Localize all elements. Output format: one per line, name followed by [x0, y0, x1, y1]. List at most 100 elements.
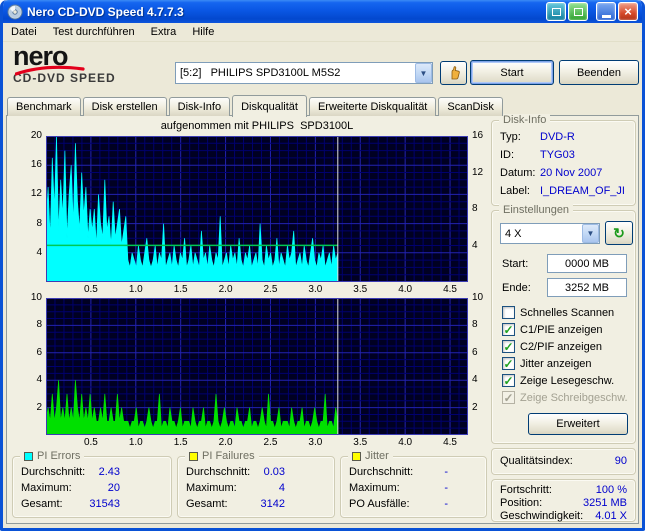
end-position-value: 3252 MB [564, 281, 610, 294]
close-icon: × [624, 4, 632, 19]
tab-erweiterte-diskqualitaet[interactable]: Erweiterte Diskqualität [308, 97, 437, 116]
minimize-button[interactable] [596, 2, 616, 21]
axis-tick-label: 10 [30, 292, 42, 303]
checkbox-zeige-lesegeschw[interactable]: Zeige Lesegeschw. [502, 373, 614, 388]
stat-value: 2.43 [98, 466, 120, 478]
minimize-icon [601, 14, 611, 18]
checkbox-box [502, 323, 515, 336]
progress-group: Fortschritt: 100 % Position: 3251 MB Ges… [491, 479, 636, 522]
axis-tick-label: 4.5 [443, 284, 457, 295]
start-position-input[interactable]: 0000 MB [547, 254, 627, 273]
drive-select[interactable]: [5:2] PHILIPS SPD3100L M5S2 ▼ [175, 62, 433, 84]
axis-tick-label: 2.0 [218, 284, 233, 295]
checkbox-box [502, 391, 515, 404]
speed-select-value: 4 X [505, 227, 522, 240]
axis-tick-label: 8 [36, 319, 42, 331]
disk-label-label: Label: [500, 185, 530, 197]
jitter-stats-title: Jitter [365, 450, 389, 462]
axis-tick-label: 4 [36, 246, 42, 258]
stat-value: - [444, 466, 448, 478]
nero-logo: nero CD-DVD SPEED [13, 43, 171, 86]
refresh-disc-button[interactable]: ↻ [605, 221, 633, 245]
checkbox-label: Jitter anzeigen [520, 357, 592, 370]
advanced-button[interactable]: Erweitert [528, 413, 628, 435]
titlebar-utility-button-2[interactable] [568, 2, 588, 21]
speed-select[interactable]: 4 X ▼ [500, 223, 600, 244]
disk-id-label: ID: [500, 149, 515, 161]
axis-tick-label: 4.5 [443, 437, 457, 448]
stat-value: 3142 [260, 498, 285, 510]
stat-label: Gesamt: [186, 498, 228, 510]
titlebar-utility-button-1[interactable] [546, 2, 566, 21]
end-position-input[interactable]: 3252 MB [547, 278, 627, 297]
jitter-stats-group: Jitter Durchschnitt: - Maximum: - PO Aus… [340, 450, 487, 518]
write-test-options-button[interactable] [440, 61, 467, 85]
menu-bar: Datei Test durchführen Extra Hilfe [3, 23, 642, 42]
quit-button-label: Beenden [576, 66, 622, 79]
chart-title: aufgenommen mit PHILIPS SPD3100L [160, 120, 354, 132]
axis-tick-label: 2.0 [218, 437, 233, 448]
checkbox-c1-pie-anzeigen[interactable]: C1/PIE anzeigen [502, 322, 603, 337]
speed-select-arrow-button[interactable]: ▼ [582, 224, 599, 243]
tab-diskqualitaet[interactable]: Diskqualität [232, 95, 307, 117]
quit-button[interactable]: Beenden [559, 60, 639, 85]
menu-hilfe[interactable]: Hilfe [184, 24, 222, 40]
axis-tick-label: 3.0 [308, 284, 323, 295]
tab-benchmark[interactable]: Benchmark [7, 97, 81, 116]
quality-index-group: Qualitätsindex: 90 [491, 448, 636, 475]
stat-value: 20 [107, 482, 120, 494]
close-button[interactable]: × [618, 2, 638, 21]
stat-value: 4 [278, 482, 285, 494]
title-bar[interactable]: Nero CD-DVD Speed 4.7.7.3 × [3, 0, 642, 23]
mini-window-icon [551, 7, 561, 16]
axis-tick-label: 2.5 [263, 284, 278, 295]
axis-tick-label: 2.5 [263, 437, 278, 448]
menu-test-durchfuehren[interactable]: Test durchführen [45, 24, 143, 40]
checkbox-c2-pif-anzeigen[interactable]: C2/PIF anzeigen [502, 339, 602, 354]
settings-group-title: Einstellungen [503, 204, 570, 216]
progress-value: 100 % [595, 484, 627, 496]
refresh-icon: ↻ [613, 224, 625, 241]
checkbox-jitter-anzeigen[interactable]: Jitter anzeigen [502, 356, 592, 371]
axis-tick-label: 2 [36, 401, 42, 413]
tab-scandisk[interactable]: ScanDisk [438, 97, 503, 116]
position-value: 3251 MB [582, 497, 627, 509]
axis-tick-label: 1.0 [128, 284, 143, 295]
pi-failures-legend-swatch [189, 451, 198, 461]
end-position-label: Ende: [502, 282, 531, 294]
checkbox-label: Zeige Schreibgeschw. [520, 391, 628, 404]
axis-tick-label: 4.0 [398, 437, 413, 448]
checkbox-box [502, 357, 515, 370]
axis-tick-label: 20 [30, 130, 42, 141]
menu-extra[interactable]: Extra [143, 24, 185, 40]
stat-value: - [444, 482, 448, 494]
speed-label: Geschwindigkeit: [500, 510, 584, 522]
axis-tick-label: 1.5 [173, 437, 188, 448]
quality-index-label: Qualitätsindex: [500, 455, 573, 467]
pi-errors-legend-swatch [24, 451, 33, 461]
stat-label: Maximum: [349, 482, 400, 494]
disk-quality-page: aufgenommen mit PHILIPS SPD3100L 4 8 12 16 2… [6, 114, 639, 524]
nero-swoosh-icon [15, 65, 85, 76]
checkbox-zeige-schreibgeschw[interactable]: Zeige Schreibgeschw. [502, 390, 628, 405]
checkbox-schnelles-scannen[interactable]: Schnelles Scannen [502, 305, 614, 320]
menu-datei[interactable]: Datei [3, 24, 45, 40]
app-window: Nero CD-DVD Speed 4.7.7.3 × Datei Test d… [0, 0, 645, 531]
disk-label-value: I_DREAM_OF_JI [540, 185, 625, 197]
tab-disk-info[interactable]: Disk-Info [168, 97, 231, 116]
checkbox-label: Schnelles Scannen [520, 306, 615, 319]
chevron-down-icon: ▼ [419, 68, 428, 78]
header: nero CD-DVD SPEED [5:2] PHILIPS SPD3100L… [3, 42, 642, 94]
chevron-down-icon: ▼ [586, 229, 595, 238]
stat-value: - [444, 498, 448, 510]
drive-select-arrow-button[interactable]: ▼ [415, 63, 432, 83]
axis-tick-label: 1.5 [173, 284, 188, 295]
tab-disk-erstellen[interactable]: Disk erstellen [82, 97, 167, 116]
axis-tick-label: 0.5 [83, 284, 98, 295]
start-button[interactable]: Start [470, 60, 554, 85]
disk-type-value: DVD-R [540, 131, 575, 143]
axis-tick-label: 6 [36, 346, 42, 358]
hand-icon [451, 66, 460, 80]
disk-date-value: 20 Nov 2007 [540, 167, 603, 179]
pi-errors-stats-title: PI Errors [37, 450, 81, 462]
